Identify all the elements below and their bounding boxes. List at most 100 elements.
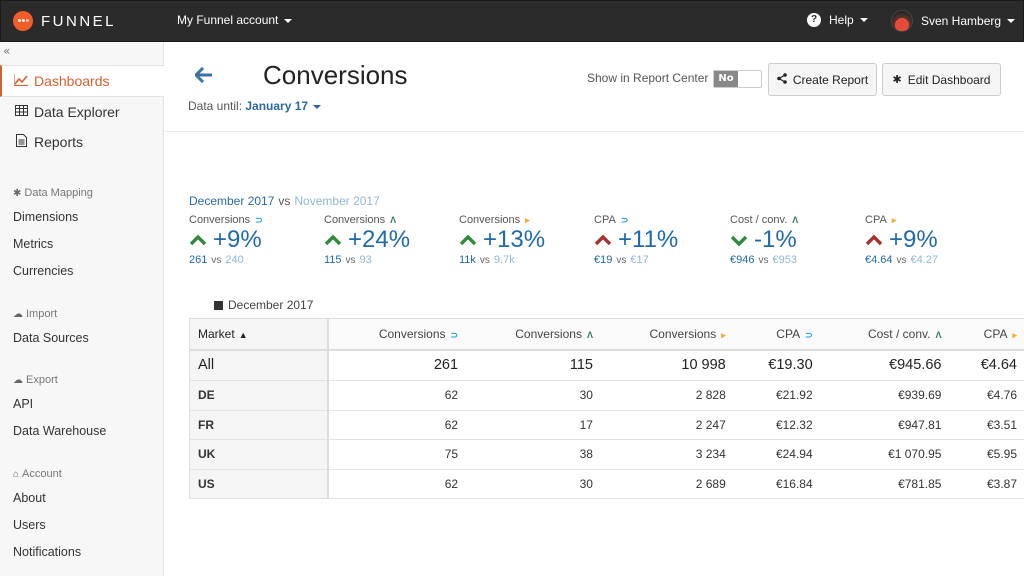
kpi-label-text: Conversions [459,214,521,226]
kpi-main: -1% [730,226,860,254]
adwords-icon: Λ [586,329,593,340]
top-bar: FUNNEL My Funnel account ? Help Sven Ham… [0,0,1024,42]
market-table: Market ▲ Conversions ⊃ Conversions Λ Conversio… [189,318,1024,499]
data-until: Data until: January 17 [188,99,322,113]
legend-label: December 2017 [228,298,314,312]
column-header-market[interactable]: Market ▲ [189,318,329,351]
sidebar-item-currencies[interactable]: Currencies [0,257,164,284]
kpi-main: +13% [459,226,589,254]
kpi-main: +9% [865,226,995,254]
kpi-previous: €953 [772,254,797,266]
sidebar-item-about[interactable]: About [0,484,164,511]
kpi-widget[interactable]: CPA ▸ +9% €4.64 vs €4.27 [865,214,995,266]
table-header-row: Market ▲ Conversions ⊃ Conversions Λ Conversio… [189,318,1024,351]
kpi-previous: 240 [225,254,244,266]
value-cell: €781.85 [820,469,950,499]
kpi-label: CPA ▸ [865,214,995,226]
page-title: Conversions [263,60,408,90]
line-chart-icon [13,73,28,89]
help-dropdown[interactable]: ? Help [807,13,868,27]
kpi-current: 11k [459,254,476,266]
sidebar-item-data-warehouse[interactable]: Data Warehouse [0,417,164,444]
bing-icon: ⊃ [620,214,629,225]
section-data-mapping: ✱ Data Mapping Dimensions Metrics Currenc… [0,183,164,284]
section-title: Import [26,308,58,320]
kpi-previous: €4.27 [910,254,939,266]
column-header[interactable]: Conversions Λ [466,318,601,351]
chevron-down-icon [313,104,322,109]
user-menu[interactable]: Sven Hamberg [891,10,1016,32]
bank-icon: ⌂ [13,468,20,480]
value-cell: 2 828 [600,380,734,411]
table-row-total: All 261 115 10 998 €19.30 €945.66 €4.64 [189,349,1024,381]
vs-label: vs [278,194,291,208]
sidebar-item-reports[interactable]: Reports [0,127,164,157]
sidebar-item-data-explorer[interactable]: Data Explorer [0,97,164,127]
column-header[interactable]: Conversions ⊃ [327,318,467,351]
kpi-comparison: €19 vs €17 [594,254,724,266]
column-header-label: Market [198,326,235,341]
kpi-label-text: Conversions [324,214,386,226]
column-header[interactable]: CPA ⊃ [733,318,821,351]
chevron-down-icon [284,18,293,23]
sidebar-item-api[interactable]: API [0,390,164,417]
column-header-label: Conversions [515,326,582,341]
sidebar-item-notifications[interactable]: Notifications [0,538,164,565]
adwords-icon: Λ [390,215,397,225]
previous-period[interactable]: November 2017 [294,194,379,208]
back-arrow-icon[interactable] [194,64,213,89]
kpi-label-text: CPA [594,214,616,226]
column-header[interactable]: Cost / conv. Λ [820,318,950,351]
data-until-dropdown[interactable]: January 17 [245,99,308,113]
kpi-widget[interactable]: CPA ⊃ +11% €19 vs €17 [594,214,724,266]
sidebar-item-metrics[interactable]: Metrics [0,230,164,257]
section-import: ☁ Import Data Sources [0,304,164,351]
account-dropdown[interactable]: My Funnel account [177,13,293,27]
value-cell: 62 [327,410,467,440]
current-period[interactable]: December 2017 [189,194,274,208]
funnel-logo[interactable]: FUNNEL [13,11,116,31]
create-report-button[interactable]: Create Report [768,63,877,96]
kpi-widget[interactable]: Conversions ▸ +13% 11k vs 9.7k [459,214,589,266]
section-title: Account [22,468,62,480]
kpi-change: +9% [213,226,262,253]
section-title: Export [26,374,58,386]
column-header[interactable]: CPA ▸ [949,318,1024,351]
account-name: My Funnel account [177,13,279,27]
bing-ads-icon: ▸ [891,214,897,225]
kpi-widget[interactable]: Conversions ⊃ +9% 261 vs 240 [189,214,319,266]
sidebar-item-label: Data Explorer [34,104,120,120]
column-header[interactable]: Conversions ▸ [600,318,734,351]
kpi-widget[interactable]: Conversions Λ +24% 115 vs 93 [324,214,454,266]
value-cell: 62 [327,469,467,499]
gear-icon: ✱ [892,74,902,86]
kpi-previous: 93 [359,254,372,266]
vs-label: vs [345,255,356,266]
kpi-widget[interactable]: Cost / conv. Λ -1% €946 vs €953 [730,214,860,266]
kpi-label: Conversions ⊃ [189,214,319,226]
kpi-label: Conversions ▸ [459,214,589,226]
column-header-label: CPA [983,326,1008,341]
section-title: Data Mapping [24,187,93,199]
kpi-label: Conversions Λ [324,214,454,226]
edit-dashboard-button[interactable]: ✱ Edit Dashboard [882,63,1001,96]
sidebar-item-data-sources[interactable]: Data Sources [0,324,164,351]
value-cell: 30 [466,469,601,499]
sidebar-item-dashboards[interactable]: Dashboards [0,65,164,97]
sidebar-item-dimensions[interactable]: Dimensions [0,203,164,230]
sidebar-item-users[interactable]: Users [0,511,164,538]
bing-ads-icon: ▸ [525,214,530,225]
value-cell: €24.94 [733,439,821,470]
kpi-label-text: CPA [865,214,887,226]
kpi-current: 115 [324,254,342,266]
value-cell: 2 247 [600,410,734,440]
table-row: UK 75 38 3 234 €24.94 €1 070.95 €5.95 [189,439,1024,470]
collapse-sidebar-icon[interactable]: « [3,44,10,58]
value-cell: €16.84 [733,469,821,499]
report-center-toggle[interactable]: No [713,70,762,88]
value-cell: 30 [466,380,601,411]
sort-ascending-icon: ▲ [238,329,248,340]
data-until-label: Data until: [188,99,243,113]
main-nav: Dashboards Data Explorer Reports [0,65,164,157]
arrow-up-icon [324,234,342,246]
